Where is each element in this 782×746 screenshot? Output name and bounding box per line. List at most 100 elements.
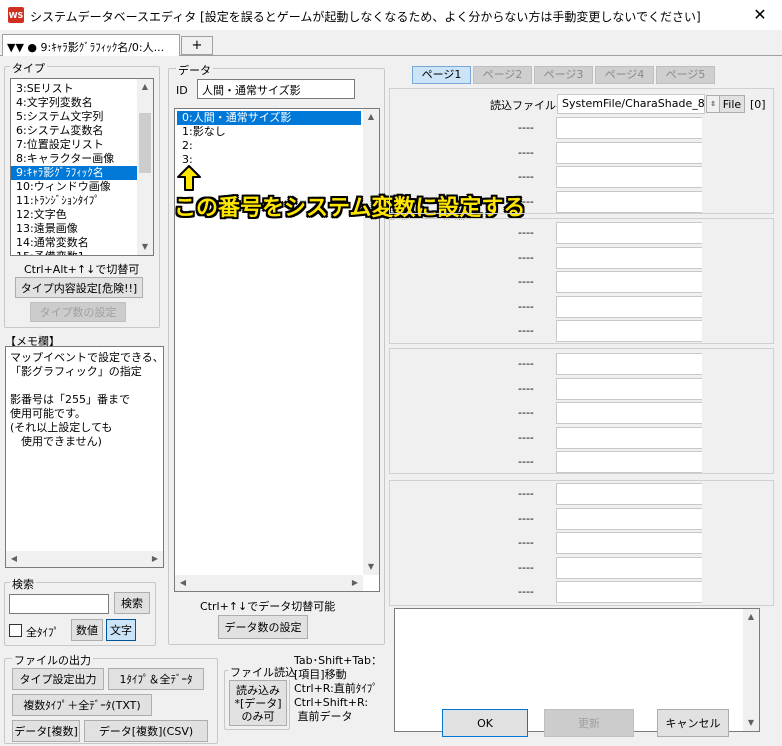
close-icon[interactable]: ✕ xyxy=(748,4,772,26)
field-input[interactable] xyxy=(556,141,702,164)
type-list-item[interactable]: 7:位置設定リスト xyxy=(11,138,137,152)
type-list-item[interactable]: 14:通常変数名 xyxy=(11,236,137,250)
page-tab-5[interactable]: ページ5 xyxy=(656,66,715,84)
memo-hscrollbar[interactable]: ◀ ▶ xyxy=(6,551,163,567)
field-label: ---- xyxy=(518,226,534,239)
type-list-item[interactable]: 13:遠景画像 xyxy=(11,222,137,236)
data-multi-button[interactable]: データ[複数] xyxy=(12,720,80,742)
type-list-item[interactable]: 8:キャラクター画像 xyxy=(11,152,137,166)
type-list-item[interactable]: 6:システム変数名 xyxy=(11,124,137,138)
scroll-left-icon[interactable]: ◀ xyxy=(6,551,22,567)
data-list-item[interactable]: 0:人間・通常サイズ影 xyxy=(177,111,361,125)
data-list-hscrollbar[interactable]: ◀ ▶ xyxy=(175,575,363,591)
type-list-item[interactable]: 10:ウィンドウ画像 xyxy=(11,180,137,194)
type-count-settings-button[interactable]: タイプ数の設定 xyxy=(30,302,126,322)
multi-type-txt-button[interactable]: 複数ﾀｲﾌﾟ＋全ﾃﾞｰﾀ(TXT) xyxy=(12,694,152,716)
scroll-down-icon[interactable]: ▼ xyxy=(137,239,153,255)
field-input[interactable] xyxy=(556,320,702,342)
scroll-up-icon[interactable]: ▲ xyxy=(743,609,759,625)
type-list-item[interactable]: 15:予備変数1 xyxy=(11,250,137,255)
data-count-settings-button[interactable]: データ数の設定 xyxy=(218,615,308,639)
fields-panel-1: 読込ファイル名 SystemFile/CharaShade_8 ⇳ File [… xyxy=(389,88,774,214)
field-row: ---- xyxy=(390,377,773,400)
fields-panel-3: ---- ---- ---- ---- ---- xyxy=(389,348,774,474)
ok-button[interactable]: OK xyxy=(442,709,528,737)
type-settings-output-button[interactable]: タイプ設定出力 xyxy=(12,668,104,690)
scroll-right-icon[interactable]: ▶ xyxy=(147,551,163,567)
scroll-right-icon[interactable]: ▶ xyxy=(347,575,363,591)
field-row: ---- xyxy=(390,246,773,269)
type-list-item[interactable]: 5:システム文字列 xyxy=(11,110,137,124)
scroll-thumb[interactable] xyxy=(139,113,151,173)
scroll-left-icon[interactable]: ◀ xyxy=(175,575,191,591)
search-text-button[interactable]: 文字 xyxy=(106,619,136,641)
search-number-button[interactable]: 数値 xyxy=(71,619,103,641)
window-title: システムデータベースエディタ [設定を誤るとゲームが起動しなくなるため、よく分か… xyxy=(30,10,701,24)
data-list-item[interactable]: 3: xyxy=(177,153,361,167)
scroll-down-icon[interactable]: ▼ xyxy=(363,559,379,575)
type-list-item[interactable]: 3:SEリスト xyxy=(11,82,137,96)
add-tab-button[interactable]: + xyxy=(181,36,213,55)
field-label: ---- xyxy=(518,121,534,134)
field-row: ---- xyxy=(390,581,773,603)
field-input[interactable] xyxy=(556,507,702,530)
field-input[interactable] xyxy=(556,532,702,554)
page-tab-1[interactable]: ページ1 xyxy=(412,66,471,84)
memo-line: 使用可能です。 xyxy=(10,407,86,420)
id-label: ID xyxy=(176,84,188,97)
shortcut-line: Tab･Shift+Tab： xyxy=(294,654,382,667)
data-list-item[interactable]: 2: xyxy=(177,139,361,153)
page-tab-3[interactable]: ページ3 xyxy=(534,66,593,84)
search-input[interactable] xyxy=(9,594,109,614)
data-list-item[interactable]: 1:影なし xyxy=(177,125,361,139)
field-input[interactable] xyxy=(556,222,702,244)
type-list[interactable]: 3:SEリスト 4:文字列変数名 5:システム文字列 6:システム変数名 7:位置設定リ… xyxy=(10,78,154,256)
type-group-label: タイプ xyxy=(10,60,47,76)
all-types-checkbox[interactable] xyxy=(9,624,22,637)
data-list-vscrollbar[interactable]: ▲ ▼ xyxy=(363,109,379,575)
type-list-item[interactable]: 4:文字列変数名 xyxy=(11,96,137,110)
field-input[interactable] xyxy=(556,483,702,505)
type-list-item[interactable]: 9:ｷｬﾗ影ｸﾞﾗﾌｨｯｸ名 xyxy=(11,166,137,180)
data-list[interactable]: 0:人間・通常サイズ影 1:影なし 2: 3: ▲ ▼ ◀ ▶ xyxy=(174,108,380,592)
scroll-up-icon[interactable]: ▲ xyxy=(363,109,379,125)
file-read-button[interactable]: 読み込み *[データ]のみ可 xyxy=(229,680,287,726)
note-scrollbar[interactable]: ▲ ▼ xyxy=(743,609,759,731)
search-button[interactable]: 検索 xyxy=(114,592,150,614)
memo-textarea[interactable]: マップイベントで設定できる、 「影グラフィック」の指定 影番号は「255」番まで 使用… xyxy=(5,346,164,568)
scroll-up-icon[interactable]: ▲ xyxy=(137,79,153,95)
page-tab-4[interactable]: ページ4 xyxy=(595,66,654,84)
field-input[interactable] xyxy=(556,117,702,139)
field-row: ---- xyxy=(390,222,773,244)
field-input[interactable] xyxy=(556,353,702,375)
id-name-input[interactable]: 人間・通常サイズ影 xyxy=(197,79,355,99)
field-input[interactable] xyxy=(556,246,702,269)
one-type-all-data-button[interactable]: 1ﾀｲﾌﾟ＆全ﾃﾞｰﾀ xyxy=(108,668,204,690)
field-input[interactable] xyxy=(556,166,702,188)
field-input[interactable] xyxy=(556,426,702,449)
spin-icon[interactable]: ⇳ xyxy=(706,95,720,113)
field-label: ---- xyxy=(518,487,534,500)
type-list-item[interactable]: 11:ﾄﾗﾝｼﾞｼｮﾝﾀｲﾌﾟ xyxy=(11,194,137,208)
field-input[interactable] xyxy=(556,190,702,213)
field-input[interactable] xyxy=(556,581,702,603)
field-input[interactable] xyxy=(556,295,702,318)
field-input[interactable] xyxy=(556,402,702,424)
tab-current-type[interactable]: ▼▼ ● 9:ｷｬﾗ影ｸﾞﾗﾌｨｯｸ名/0:人... xyxy=(2,34,180,56)
type-content-settings-button[interactable]: タイプ内容設定[危険!!] xyxy=(15,277,143,298)
field-input[interactable] xyxy=(556,377,702,400)
file-browse-button[interactable]: File xyxy=(719,95,745,113)
type-list-item[interactable]: 12:文字色 xyxy=(11,208,137,222)
cancel-button[interactable]: キャンセル xyxy=(657,709,729,737)
update-button[interactable]: 更新 xyxy=(544,709,634,737)
field-input[interactable] xyxy=(556,451,702,473)
memo-line: マップイベントで設定できる、 xyxy=(10,351,164,364)
type-list-scrollbar[interactable]: ▲ ▼ xyxy=(137,79,153,255)
field-input[interactable] xyxy=(556,271,702,293)
data-multi-csv-button[interactable]: データ[複数](CSV) xyxy=(84,720,208,742)
read-file-input[interactable]: SystemFile/CharaShade_8 xyxy=(557,94,705,114)
scroll-down-icon[interactable]: ▼ xyxy=(743,715,759,731)
page-tab-2[interactable]: ページ2 xyxy=(473,66,532,84)
field-input[interactable] xyxy=(556,556,702,579)
read-file-label: 読込ファイル名 xyxy=(490,99,567,112)
